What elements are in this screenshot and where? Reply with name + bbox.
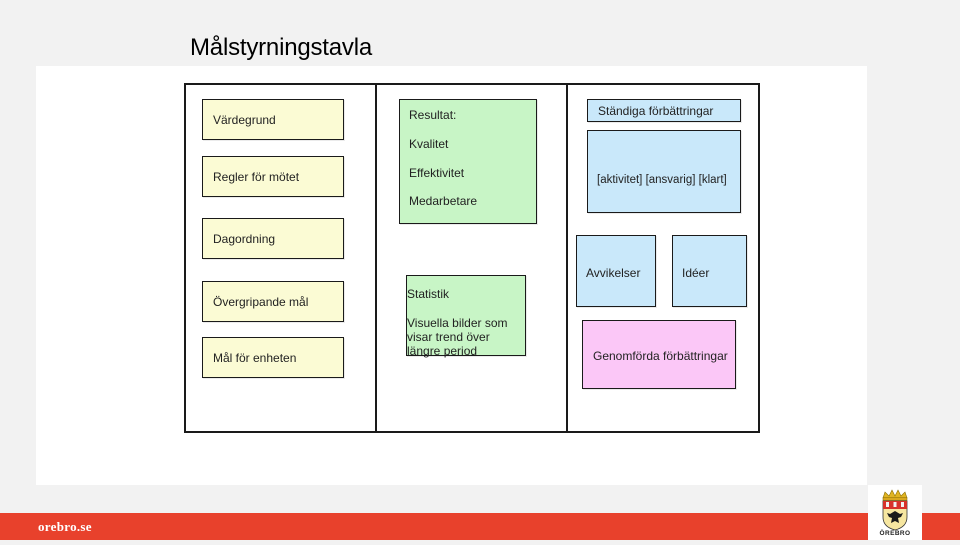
card-regler: Regler för mötet <box>202 156 344 197</box>
card-standiga-forbattringar: Ständiga förbättringar <box>587 99 741 122</box>
result-item: Medarbetare <box>409 194 478 208</box>
result-item: Kvalitet <box>409 137 449 151</box>
completed-label: Genomförda förbättringar <box>593 349 728 363</box>
card-label: Regler för mötet <box>213 170 300 184</box>
logo-wordmark: ÖREBRO <box>879 530 911 537</box>
card-avvikelser: Avvikelser <box>576 235 656 307</box>
card-overgripande-mal: Övergripande mål <box>202 281 344 322</box>
card-label: Värdegrund <box>213 113 276 127</box>
card-statistik: Statistik Visuella bilder som visar tren… <box>406 275 526 358</box>
column-divider-right <box>566 83 568 431</box>
deviations-label: Avvikelser <box>586 266 641 280</box>
improvement-columns: [aktivitet] [ansvarig] [klart] <box>597 174 727 186</box>
stat-line: Visuella bilder som <box>407 316 508 330</box>
card-dagordning: Dagordning <box>202 218 344 259</box>
stat-line: visar trend över <box>407 330 490 344</box>
orebro-logo: ÖREBRO <box>868 485 922 540</box>
result-item: Effektivitet <box>409 166 465 180</box>
card-label: Övergripande mål <box>213 295 309 309</box>
card-resultat: Resultat: Kvalitet Effektivitet Medarbet… <box>399 99 537 224</box>
card-mal-for-enheten: Mål för enheten <box>202 337 344 378</box>
ideas-label: Idéer <box>682 266 710 280</box>
card-label: Mål för enheten <box>213 351 297 365</box>
result-heading: Resultat: <box>409 108 457 122</box>
footer-bar <box>0 513 960 540</box>
card-genomforda-forbattringar: Genomförda förbättringar <box>582 320 736 389</box>
stat-heading: Statistik <box>407 287 450 301</box>
footer-site-link[interactable]: orebro.se <box>38 519 92 535</box>
stat-line: längre period <box>407 344 478 358</box>
column-divider-left <box>375 83 377 431</box>
card-vardegrund: Värdegrund <box>202 99 344 140</box>
improvement-header: Ständiga förbättringar <box>598 104 714 118</box>
card-improvement-list: [aktivitet] [ansvarig] [klart] <box>587 130 741 213</box>
page-title: Målstyrningstavla <box>190 34 373 61</box>
card-label: Dagordning <box>213 232 276 246</box>
card-ideer: Idéer <box>672 235 747 307</box>
